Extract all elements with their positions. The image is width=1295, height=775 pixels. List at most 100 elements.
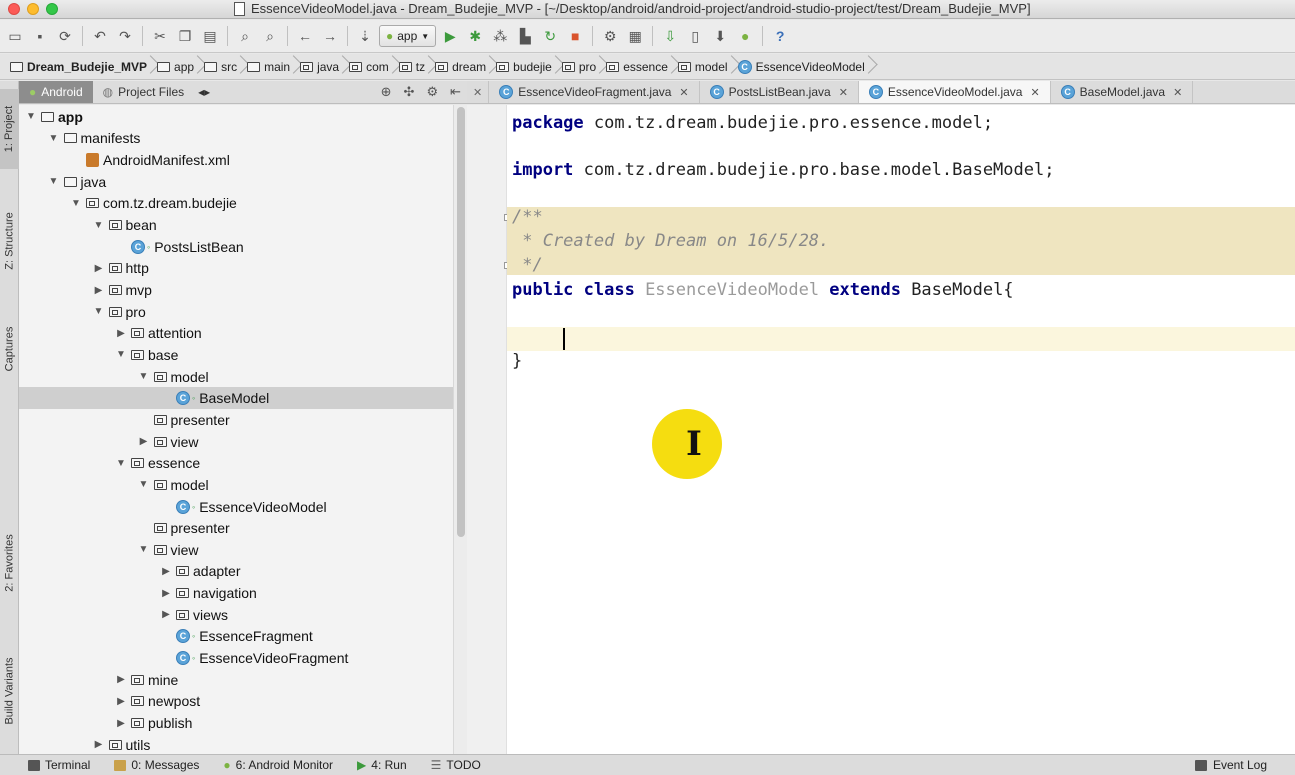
layout-inspector-icon[interactable]: ▦ (624, 25, 646, 47)
tool-tab-favorites[interactable]: 2: Favorites (0, 517, 19, 609)
tree-item[interactable]: ▶ views (19, 604, 453, 626)
close-window-button[interactable] (8, 3, 20, 15)
profile-icon[interactable]: ⁂ (489, 25, 511, 47)
tree-item[interactable]: ▶ navigation (19, 582, 453, 604)
expand-arrow-icon[interactable]: ▼ (138, 479, 150, 490)
collapse-arrow-icon[interactable]: ▶ (160, 588, 172, 599)
breadcrumb-item[interactable]: tz (395, 54, 431, 79)
expand-arrow-icon[interactable]: ▼ (115, 349, 127, 360)
code-editor[interactable]: package com.tz.dream.budejie.pro.essence… (507, 105, 1295, 754)
tree-item[interactable]: ▼ java (19, 171, 453, 193)
expand-arrow-icon[interactable]: ▼ (93, 306, 105, 317)
expand-arrow-icon[interactable]: ▼ (48, 133, 60, 144)
breadcrumb-item[interactable]: C EssenceVideoModel (734, 54, 871, 79)
stop-icon[interactable]: ■ (564, 25, 586, 47)
tree-item[interactable]: ▼ view (19, 539, 453, 561)
redo-icon[interactable]: ↷ (114, 25, 136, 47)
messages-tab[interactable]: 0: Messages (102, 758, 211, 772)
open-folder-icon[interactable]: ▭ (4, 25, 26, 47)
sync-icon[interactable]: ⟳ (54, 25, 76, 47)
editor-tab[interactable]: C EssenceVideoFragment.java ✕ (489, 81, 700, 103)
tree-item[interactable]: ▼ base (19, 344, 453, 366)
close-tab-icon[interactable]: ✕ (839, 86, 848, 99)
collapse-arrow-icon[interactable]: ▶ (115, 696, 127, 707)
find-icon[interactable]: ⌕ (234, 25, 256, 47)
collapse-arrow-icon[interactable]: ▶ (115, 718, 127, 729)
copy-icon[interactable]: ❐ (174, 25, 196, 47)
tree-item[interactable]: ▼ app (19, 106, 453, 128)
tool-tab-project[interactable]: 1: Project (0, 89, 19, 169)
expand-arrow-icon[interactable]: ▼ (25, 111, 37, 122)
breadcrumb-item[interactable]: src (200, 54, 243, 79)
close-icon[interactable]: ✕ (467, 81, 490, 103)
tree-item[interactable]: ▶ attention (19, 323, 453, 345)
breadcrumb-item[interactable]: java (296, 54, 345, 79)
project-structure-icon[interactable]: ⚙ (599, 25, 621, 47)
collapse-arrow-icon[interactable]: ▶ (160, 609, 172, 620)
expand-arrow-icon[interactable]: ▼ (93, 220, 105, 231)
make-project-icon[interactable]: ⇣ (354, 25, 376, 47)
tree-item[interactable]: ▼ model (19, 366, 453, 388)
expand-arrow-icon[interactable]: ▼ (70, 198, 82, 209)
undo-icon[interactable]: ↶ (89, 25, 111, 47)
save-all-icon[interactable]: ▪ (29, 25, 51, 47)
replace-icon[interactable]: ⌕ (259, 25, 281, 47)
run-icon[interactable]: ▶ (439, 25, 461, 47)
android-device-monitor-icon[interactable]: ● (734, 25, 756, 47)
tree-item[interactable]: ▼ pro (19, 301, 453, 323)
tree-item[interactable]: presenter (19, 409, 453, 431)
editor-tab[interactable]: C EssenceVideoModel.java ✕ (858, 81, 1051, 103)
tool-tab-captures[interactable]: Captures (0, 309, 19, 389)
close-tab-icon[interactable]: ✕ (1030, 86, 1039, 99)
tree-item[interactable]: C ◦ EssenceVideoFragment (19, 647, 453, 669)
android-monitor-tab[interactable]: ● 6: Android Monitor (211, 758, 345, 772)
tree-item[interactable]: AndroidManifest.xml (19, 149, 453, 171)
more-views-icon[interactable]: ◂▸ (194, 81, 214, 103)
editor-tab[interactable]: C BaseModel.java ✕ (1051, 81, 1194, 103)
tree-item[interactable]: ▼ bean (19, 214, 453, 236)
collapse-arrow-icon[interactable]: ▶ (93, 285, 105, 296)
collapse-arrow-icon[interactable]: ▶ (115, 328, 127, 339)
run-config-dropdown[interactable]: ● app ▼ (379, 25, 437, 47)
debug-icon[interactable]: ✱ (464, 25, 486, 47)
breadcrumb-item[interactable]: Dream_Budejie_MVP (6, 54, 153, 79)
tree-item[interactable]: ▶ mvp (19, 279, 453, 301)
back-icon[interactable]: ← (294, 25, 316, 47)
tree-item[interactable]: ▼ com.tz.dream.budejie (19, 193, 453, 215)
cut-icon[interactable]: ✂ (149, 25, 171, 47)
tool-tab-build-variants[interactable]: Build Variants (0, 637, 19, 745)
gear-icon[interactable]: ⚙ (426, 84, 438, 100)
todo-tab[interactable]: ☰ TODO (419, 758, 493, 772)
tree-item[interactable]: ▶ publish (19, 712, 453, 734)
tool-tab-structure[interactable]: Z: Structure (0, 191, 19, 291)
tree-item[interactable]: ▶ newpost (19, 691, 453, 713)
expand-arrow-icon[interactable]: ▼ (48, 176, 60, 187)
tree-item[interactable]: C ◦ EssenceVideoModel (19, 496, 453, 518)
tree-item[interactable]: C ◦ BaseModel (19, 387, 453, 410)
collapse-arrow-icon[interactable]: ▶ (115, 674, 127, 685)
breadcrumb-item[interactable]: main (243, 54, 296, 79)
breadcrumb-item[interactable]: pro (558, 54, 602, 79)
tree-item[interactable]: ▶ view (19, 431, 453, 453)
apply-changes-icon[interactable]: ↻ (539, 25, 561, 47)
expand-arrow-icon[interactable]: ▼ (115, 458, 127, 469)
terminal-tab[interactable]: Terminal (0, 758, 102, 772)
gradle-sync-icon[interactable]: ⇩ (659, 25, 681, 47)
tree-item[interactable]: ▼ essence (19, 452, 453, 474)
breadcrumb-item[interactable]: com (345, 54, 395, 79)
breadcrumb-item[interactable]: model (674, 54, 734, 79)
event-log-tab[interactable]: Event Log (1183, 758, 1295, 772)
tree-item[interactable]: ▶ adapter (19, 561, 453, 583)
forward-icon[interactable]: → (319, 25, 341, 47)
maximize-window-button[interactable] (46, 3, 58, 15)
help-icon[interactable]: ? (769, 25, 791, 47)
run-tab[interactable]: ▶ 4: Run (345, 758, 419, 772)
collapse-arrow-icon[interactable]: ▶ (160, 566, 172, 577)
tab-project-files[interactable]: ◍ Project Files (93, 81, 195, 103)
collapse-arrow-icon[interactable]: ▶ (138, 436, 150, 447)
attach-debugger-icon[interactable]: ▙ (514, 25, 536, 47)
tree-item[interactable]: ▶ http (19, 258, 453, 280)
close-tab-icon[interactable]: ✕ (679, 86, 688, 99)
avd-manager-icon[interactable]: ▯ (684, 25, 706, 47)
collapse-arrow-icon[interactable]: ▶ (93, 263, 105, 274)
